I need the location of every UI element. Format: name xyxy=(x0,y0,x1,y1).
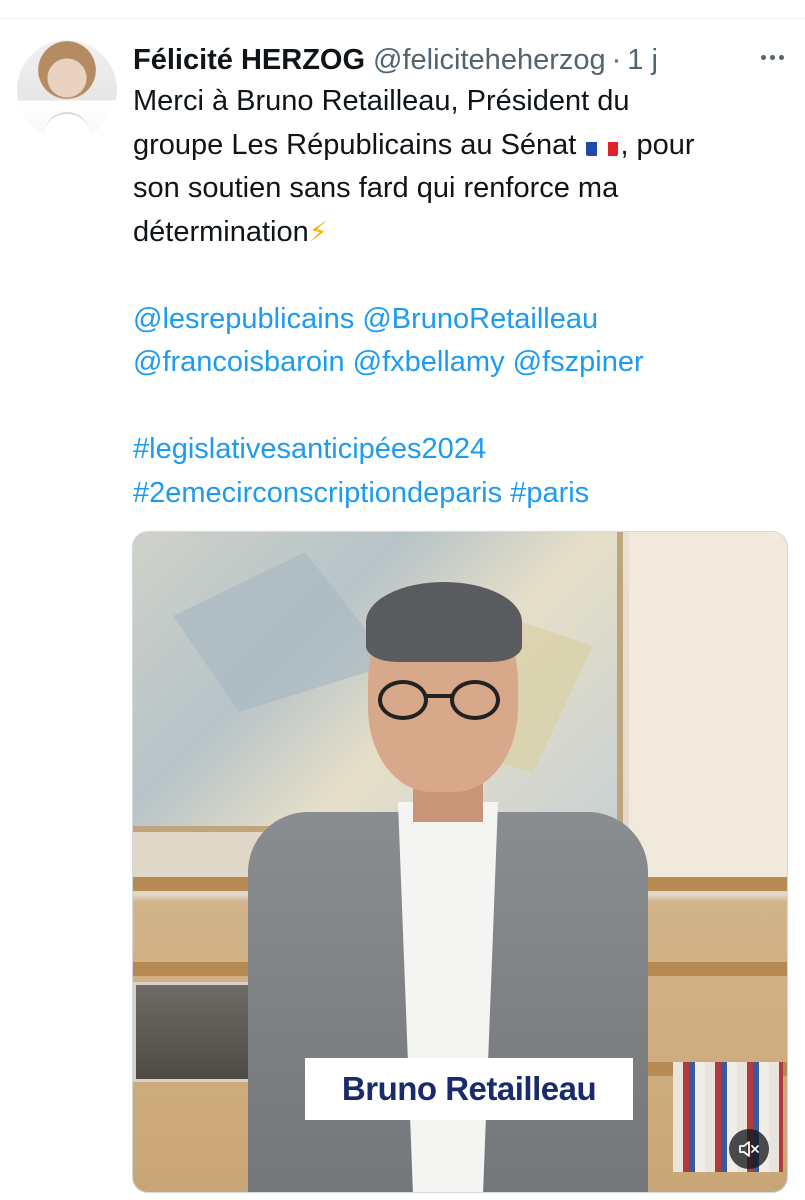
france-flag-icon xyxy=(586,134,619,156)
glasses xyxy=(378,680,508,724)
high-voltage-icon: ⚡ xyxy=(308,216,328,247)
video-caption: Bruno Retailleau xyxy=(305,1058,633,1120)
mentions-line-2[interactable]: @francoisbaroin @fxbellamy @fszpiner xyxy=(133,341,793,385)
tweet-text-line-3: son soutien sans fard qui renforce ma xyxy=(133,172,619,204)
separator-dot: · xyxy=(611,43,622,76)
tweet-video[interactable]: Bruno Retailleau xyxy=(132,531,788,1193)
volume-muted-icon[interactable] xyxy=(729,1129,769,1169)
author-handle[interactable]: @feliciteheherzog xyxy=(373,44,606,77)
tweet-text-line-2b: , pour xyxy=(620,128,695,161)
tweet-text: Merci à Bruno Retailleau, Président du g… xyxy=(133,80,793,515)
background-wall xyxy=(629,532,787,877)
tweet-timestamp[interactable]: 1 j xyxy=(627,44,658,77)
hashtags-line-1[interactable]: #legislativesanticipées2024 xyxy=(133,428,793,472)
mentions-line-1[interactable]: @lesrepublicains @BrunoRetailleau xyxy=(133,298,793,342)
tweet-text-line-2a: groupe Les Républicains au Sénat xyxy=(133,128,577,161)
hashtags-line-2[interactable]: #2emecirconscriptiondeparis #paris xyxy=(133,472,793,516)
author-display-name[interactable]: Félicité HERZOG xyxy=(133,44,365,77)
avatar-collar xyxy=(45,112,89,140)
top-divider xyxy=(0,18,805,19)
tweet-text-line-4a: détermination xyxy=(133,215,309,248)
author-avatar[interactable] xyxy=(17,40,117,140)
shirt xyxy=(398,802,498,1192)
tweet-header: Félicité HERZOG @feliciteheherzog · 1 j xyxy=(133,40,658,80)
tweet-text-line-2: groupe Les Républicains au Sénat , pour xyxy=(133,124,793,168)
video-caption-text: Bruno Retailleau xyxy=(341,1070,597,1107)
more-options-icon[interactable] xyxy=(752,42,792,72)
tweet-text-line-4: détermination⚡ xyxy=(133,211,793,255)
tweet-text-line-1: Merci à Bruno Retailleau, Président du xyxy=(133,85,630,117)
hair xyxy=(366,582,522,662)
framed-photo xyxy=(133,982,251,1082)
